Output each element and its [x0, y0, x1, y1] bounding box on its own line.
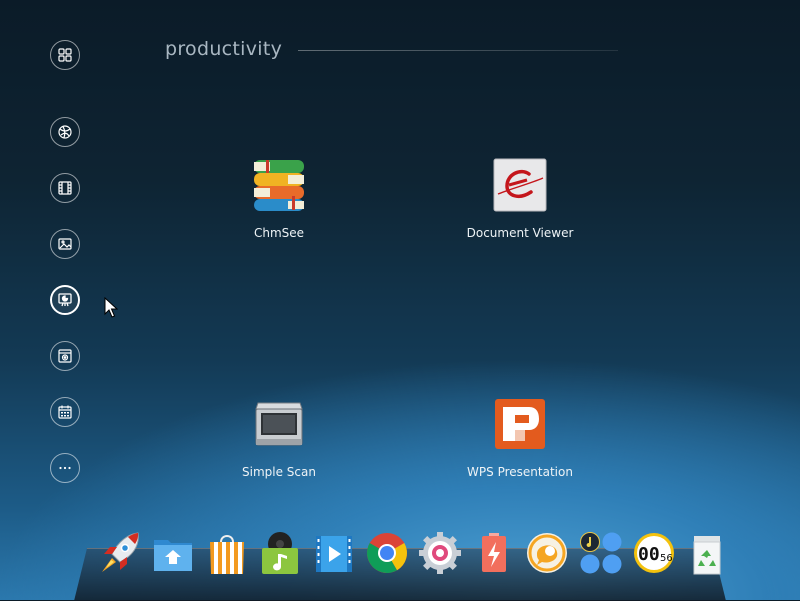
dock-clock[interactable]: 00 56	[632, 530, 676, 576]
app-document-viewer[interactable]: Document Viewer	[465, 158, 575, 241]
document-viewer-icon	[493, 158, 547, 212]
app-chmsee[interactable]: ChmSee	[224, 158, 334, 241]
category-more-button[interactable]	[50, 453, 80, 483]
file-manager-icon	[154, 540, 193, 571]
calendar-icon	[58, 405, 72, 419]
control-center-icon	[419, 532, 462, 574]
dock-messenger[interactable]	[525, 530, 569, 576]
category-all-button[interactable]	[50, 40, 80, 70]
messenger-icon	[527, 533, 568, 573]
dock-power[interactable]	[472, 530, 516, 576]
all-apps-icon	[58, 48, 72, 62]
dock-chrome[interactable]	[365, 530, 409, 576]
dock-launcher[interactable]	[98, 530, 142, 576]
dock: 00 56	[98, 530, 729, 578]
clock-minute: 56	[660, 553, 673, 564]
chrome-icon	[366, 533, 407, 573]
section-divider	[298, 50, 618, 51]
software-center-icon	[209, 535, 244, 574]
section-title: productivity	[165, 38, 283, 60]
internet-icon	[58, 125, 72, 139]
media-widget-icon	[579, 532, 622, 574]
office-icon	[58, 293, 72, 307]
music-player-icon	[262, 532, 299, 574]
category-calendar-button[interactable]	[50, 397, 80, 427]
image-icon	[58, 238, 72, 250]
video-player-icon	[315, 536, 352, 572]
power-icon	[481, 533, 506, 572]
trash-icon	[693, 536, 721, 575]
clock-icon: 00 56	[633, 533, 674, 573]
category-internet-button[interactable]	[50, 117, 80, 147]
app-wps-presentation[interactable]: WPS Presentation	[465, 397, 575, 480]
system-icon	[58, 349, 72, 363]
dock-trash[interactable]	[685, 530, 729, 576]
app-label: WPS Presentation	[467, 465, 573, 479]
more-icon	[59, 466, 71, 470]
category-image-button[interactable]	[50, 229, 80, 259]
dock-software-center[interactable]	[205, 530, 249, 576]
video-icon	[58, 181, 72, 195]
simple-scan-icon	[252, 397, 306, 451]
launcher-rocket-icon	[102, 532, 139, 572]
dock-music-player[interactable]	[258, 530, 302, 576]
app-label: ChmSee	[253, 226, 305, 240]
clock-hour: 00	[638, 544, 660, 565]
dock-file-manager[interactable]	[151, 530, 195, 576]
category-system-button[interactable]	[50, 341, 80, 371]
wps-presentation-icon	[493, 397, 547, 451]
dock-video-player[interactable]	[312, 530, 356, 576]
category-video-button[interactable]	[50, 173, 80, 203]
category-office-button[interactable]	[50, 285, 80, 315]
chmsee-icon	[252, 158, 306, 212]
dock-control-center[interactable]	[418, 530, 462, 576]
dock-media-widget[interactable]	[579, 530, 623, 576]
app-simple-scan[interactable]: Simple Scan	[224, 397, 334, 480]
mouse-cursor-icon	[104, 297, 118, 318]
app-label: Simple Scan	[242, 465, 316, 479]
app-label: Document Viewer	[466, 226, 574, 240]
